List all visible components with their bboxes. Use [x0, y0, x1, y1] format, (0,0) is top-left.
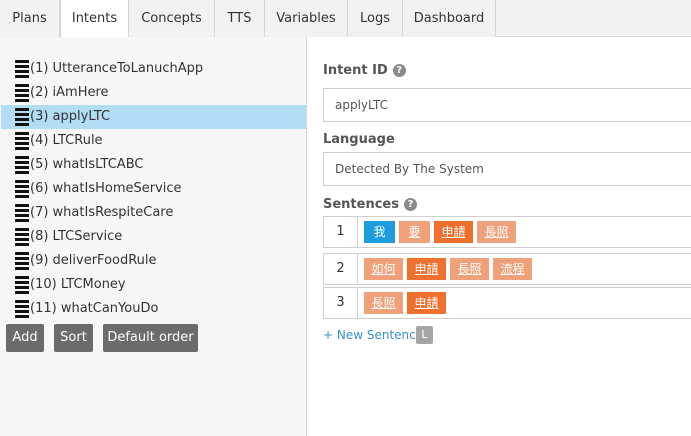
drag-handle-icon[interactable] [15, 300, 29, 318]
tab-dashboard[interactable]: Dashboard [403, 0, 496, 37]
sentence-token[interactable]: 申請 [407, 292, 446, 314]
intent-name: (11) whatCanYouDo [30, 301, 159, 316]
sentence-tokens[interactable]: 長照 申請 [358, 287, 691, 319]
intent-name: (10) LTCMoney [30, 277, 126, 292]
sentence-number: 1 [323, 216, 358, 248]
sentence-token[interactable]: 要 [399, 221, 430, 243]
drag-handle-icon[interactable] [15, 60, 29, 78]
sentence-row: 2 如何 申請 長照 流程 [323, 253, 691, 285]
new-sentence-link[interactable]: + New Sentence [323, 328, 423, 342]
drag-handle-icon[interactable] [15, 156, 29, 174]
sentence-token[interactable]: 長照 [450, 258, 489, 280]
intent-id-label: Intent ID? [323, 63, 406, 78]
drag-handle-icon[interactable] [15, 204, 29, 222]
intent-id-field[interactable]: applyLTC [323, 88, 691, 122]
sentence-number: 3 [323, 287, 358, 319]
intent-list-item[interactable]: (10) LTCMoney [1, 273, 306, 297]
intent-name: (2) iAmHere [30, 85, 109, 100]
add-button[interactable]: Add [6, 324, 44, 352]
intent-name: (5) whatIsLTCABC [30, 157, 144, 172]
drag-handle-icon[interactable] [15, 228, 29, 246]
sentences-label: Sentences? [323, 197, 417, 212]
language-select[interactable]: Detected By The System [323, 152, 691, 186]
language-badge: L [416, 326, 433, 344]
sentence-token[interactable]: 長照 [477, 221, 516, 243]
intent-list-item[interactable]: (6) whatIsHomeService [1, 177, 306, 201]
drag-handle-icon[interactable] [15, 276, 29, 294]
intent-list-item[interactable]: (4) LTCRule [1, 129, 306, 153]
intent-name: (7) whatIsRespiteCare [30, 205, 174, 220]
drag-handle-icon[interactable] [15, 132, 29, 150]
sentence-tokens[interactable]: 我要申請 長照 [358, 216, 691, 248]
drag-handle-icon[interactable] [15, 252, 29, 270]
intent-name: (4) LTCRule [30, 133, 103, 148]
help-icon[interactable]: ? [392, 64, 406, 77]
sentence-token[interactable]: 我 [364, 221, 395, 243]
sort-button[interactable]: Sort [54, 324, 93, 352]
help-icon[interactable]: ? [403, 198, 417, 211]
tab-intents[interactable]: Intents [60, 0, 129, 38]
intent-list-item[interactable]: (11) whatCanYouDo [1, 297, 306, 321]
intent-list-item[interactable]: (3) applyLTC [1, 105, 306, 129]
drag-handle-icon[interactable] [15, 180, 29, 198]
intent-detail-panel: Intent ID? applyLTC Language Detected By… [308, 37, 691, 436]
intent-name: (9) deliverFoodRule [30, 253, 157, 268]
tab-concepts[interactable]: Concepts [129, 0, 215, 37]
sentence-token[interactable]: 申請 [434, 221, 473, 243]
intent-name: (1) UtteranceToLanuchApp [30, 61, 204, 76]
sentence-token[interactable]: 流程 [493, 258, 532, 280]
sentence-tokens[interactable]: 如何 申請 長照 流程 [358, 253, 691, 285]
intent-list-item[interactable]: (7) whatIsRespiteCare [1, 201, 306, 225]
intent-name: (8) LTCService [30, 229, 123, 244]
intent-list-panel: (1) UtteranceToLanuchApp (2) iAmHere (3) a… [0, 37, 307, 436]
intent-list-item[interactable]: (9) deliverFoodRule [1, 249, 306, 273]
intent-name: (6) whatIsHomeService [30, 181, 182, 196]
default-order-button[interactable]: Default order [103, 324, 198, 352]
tab-plans[interactable]: Plans [0, 0, 60, 37]
intent-list-item[interactable]: (5) whatIsLTCABC [1, 153, 306, 177]
sentence-row: 3 長照 申請 [323, 287, 691, 319]
sentence-row: 1 我要申請 長照 [323, 216, 691, 248]
tab-tts[interactable]: TTS [215, 0, 265, 37]
tab-bar: Plans Intents Concepts TTS Variables Log… [0, 0, 691, 38]
sentence-token[interactable]: 申請 [407, 258, 446, 280]
tab-logs[interactable]: Logs [348, 0, 403, 37]
sentence-token[interactable]: 長照 [364, 292, 403, 314]
sentence-number: 2 [323, 253, 358, 285]
intent-name: (3) applyLTC [30, 109, 111, 124]
intent-list-item[interactable]: (1) UtteranceToLanuchApp [1, 57, 306, 81]
intent-list-item[interactable]: (8) LTCService [1, 225, 306, 249]
drag-handle-icon[interactable] [15, 84, 29, 102]
language-label: Language [323, 132, 395, 147]
drag-handle-icon[interactable] [15, 108, 29, 126]
intent-list-item[interactable]: (2) iAmHere [1, 81, 306, 105]
tab-variables[interactable]: Variables [265, 0, 348, 37]
sentence-token[interactable]: 如何 [364, 258, 403, 280]
